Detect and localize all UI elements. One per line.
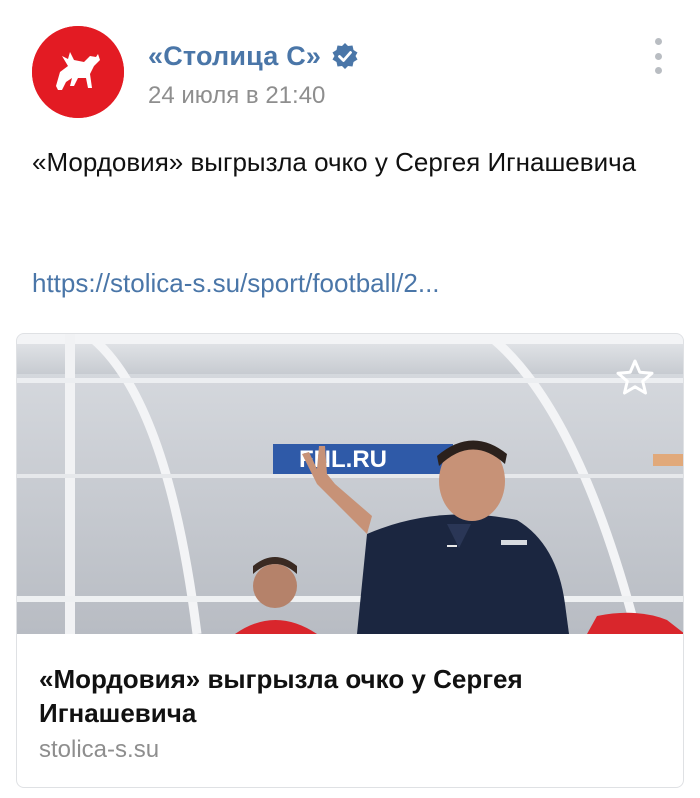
post-date[interactable]: 24 июля в 21:40 (148, 82, 325, 110)
post: «Столица С» 24 июля в 21:40 «Мордовия» в… (0, 0, 700, 798)
author-avatar[interactable] (32, 26, 124, 118)
attachment-title[interactable]: «Мордовия» выгрызла очко у Сергея Игнаше… (39, 662, 659, 730)
author-row: «Столица С» (148, 36, 359, 76)
verified-check-icon (331, 42, 359, 70)
fox-logo-icon (32, 26, 124, 118)
attachment-domain: stolica-s.su (39, 736, 160, 763)
star-outline-icon[interactable] (613, 356, 657, 400)
attachment-image[interactable]: FNL.RU (17, 334, 683, 634)
more-vertical-icon[interactable] (648, 36, 668, 76)
author-name[interactable]: «Столица С» (148, 41, 321, 72)
post-text: «Мордовия» выгрызла очко у Сергея Игнаше… (32, 147, 637, 177)
post-link[interactable]: https://stolica-s.su/sport/football/2... (32, 268, 440, 299)
link-attachment-card[interactable]: FNL.RU «Мордовия» выгрызла очко у Сергея… (16, 333, 684, 788)
